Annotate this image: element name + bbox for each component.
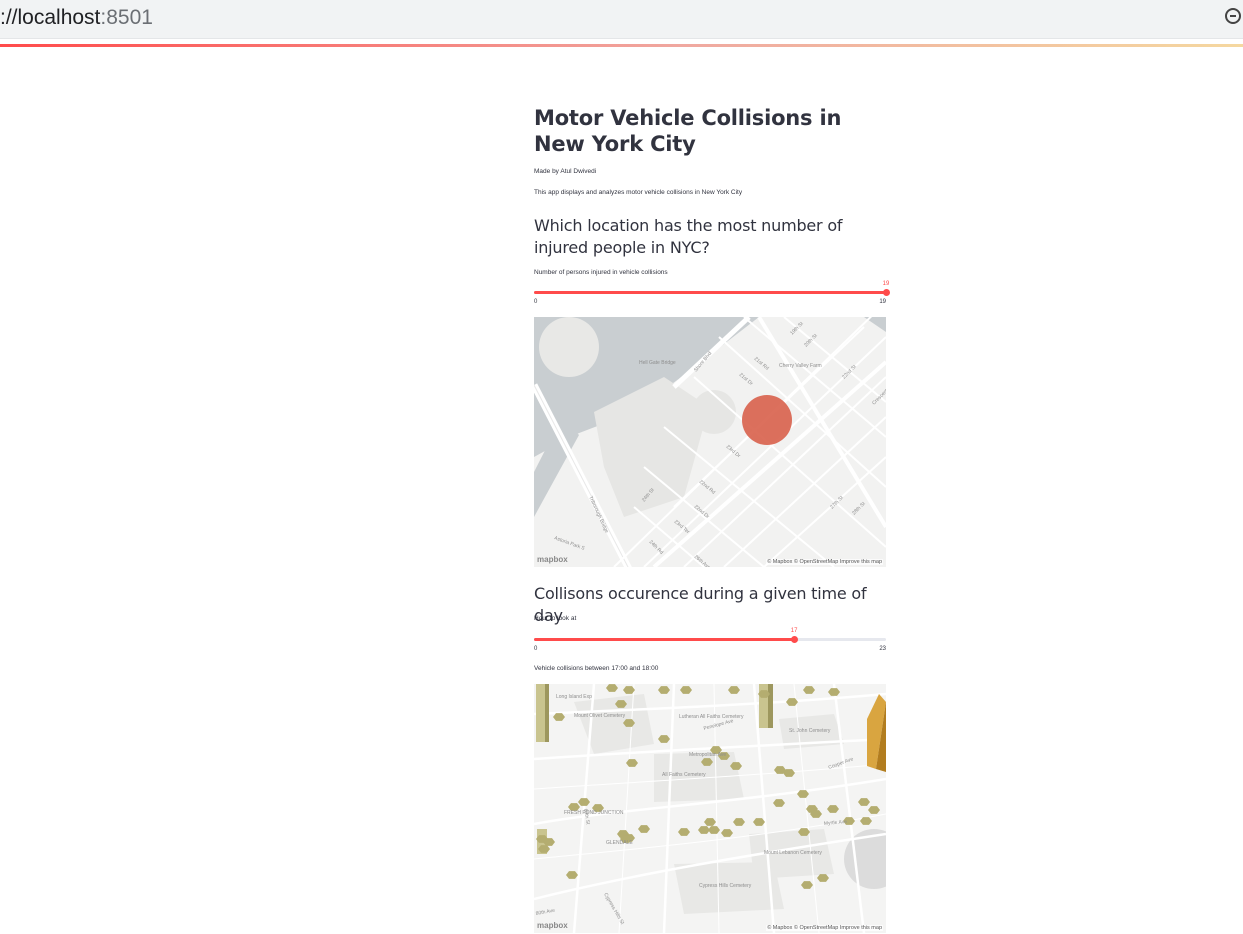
slider-max: 19 xyxy=(879,299,886,305)
map-label: Hell Gate Bridge xyxy=(639,360,676,366)
map-canvas[interactable]: Hell Gate Bridge Shore Blvd 21st Rd21st Dr… xyxy=(534,317,886,567)
slider-value: 17 xyxy=(790,628,798,634)
map-attribution[interactable]: © Mapbox © OpenStreetMap Improve this ma… xyxy=(766,925,883,931)
section-heading-injured: Which location has the most number of in… xyxy=(534,216,843,257)
map-label: Mount Lebanon Cemetery xyxy=(764,850,822,856)
slider-value: 19 xyxy=(882,281,890,287)
map-label: Mount Olivet Cemetery xyxy=(574,713,626,719)
map-label: Lutheran All Faiths Cemetery xyxy=(679,714,744,720)
map-canvas[interactable]: Long Island Exp Mount Olivet Cemetery Luth… xyxy=(534,684,886,933)
url-text[interactable]: ://localhost:8501 xyxy=(0,6,153,30)
author-text: Made by Atul Dwivedi xyxy=(534,168,597,175)
mapbox-logo-icon[interactable]: mapbox xyxy=(537,921,568,930)
map-label: Cypress Hills Cemetery xyxy=(699,883,752,889)
injury-location-marker xyxy=(742,395,792,445)
slider-max: 23 xyxy=(879,646,886,652)
header-decoration xyxy=(0,44,1243,47)
slider-fill xyxy=(534,638,795,641)
hour-caption: Vehicle collisions between 17:00 and 18:… xyxy=(534,665,659,672)
injured-map[interactable]: Hell Gate Bridge Shore Blvd 21st Rd 21st Dr… xyxy=(534,317,886,567)
zoom-icon[interactable] xyxy=(1225,8,1241,24)
slider-label-injured: Number of persons injured in vehicle col… xyxy=(534,269,668,276)
hexagon-map[interactable]: Long Island Exp Mount Olivet Cemetery Luth… xyxy=(534,684,886,933)
map-label: Metropolitan Ave xyxy=(689,752,726,758)
description-text: This app displays and analyzes motor veh… xyxy=(534,189,743,196)
slider-thumb[interactable] xyxy=(883,289,890,296)
hour-slider[interactable]: 17 0 23 xyxy=(534,628,886,656)
injured-slider[interactable]: 19 0 19 xyxy=(534,281,890,309)
page-title: Motor Vehicle Collisions in New York Cit… xyxy=(534,106,842,156)
map-label: Long Island Exp xyxy=(556,694,592,700)
slider-fill xyxy=(534,291,886,294)
section-heading-time: Collisons occurence during a given time … xyxy=(534,584,867,625)
slider-thumb[interactable] xyxy=(791,636,799,643)
slider-min: 0 xyxy=(534,646,538,652)
mapbox-logo-icon[interactable]: mapbox xyxy=(537,555,568,564)
map-label: St. John Cemetery xyxy=(789,728,831,734)
map-attribution[interactable]: © Mapbox © OpenStreetMap Improve this ma… xyxy=(766,559,883,565)
map-label: FRESH POND JUNCTION xyxy=(564,810,624,816)
slider-min: 0 xyxy=(534,299,538,305)
map-label: Cherry Valley Farm xyxy=(779,363,822,369)
map-label: All Faiths Cemetery xyxy=(662,772,706,778)
browser-address-bar[interactable]: ://localhost:8501 xyxy=(0,0,1243,39)
slider-label-hour: Hour to look at xyxy=(534,615,577,622)
map-label: GLENDALE xyxy=(606,840,633,846)
